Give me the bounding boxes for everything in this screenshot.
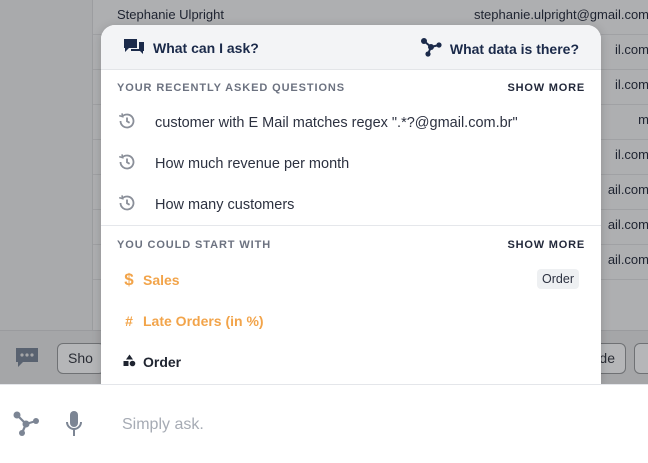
recent-question-item[interactable]: customer with E Mail matches regex ".*?@… xyxy=(117,108,518,138)
table-cell-email: ail.com xyxy=(607,217,648,232)
suggestions-title: YOU COULD START WITH xyxy=(117,239,272,251)
shapes-icon xyxy=(123,354,136,370)
background-button[interactable]: Sho xyxy=(57,343,105,374)
ask-input[interactable] xyxy=(122,412,622,438)
recent-question-item[interactable]: How much revenue per month xyxy=(117,149,349,179)
data-graph-icon[interactable] xyxy=(12,410,40,443)
table-cell-email: ail.com xyxy=(607,252,648,267)
microphone-icon[interactable] xyxy=(64,410,84,443)
recent-question-item[interactable]: How many customers xyxy=(117,190,294,220)
table-cell-email: il.com xyxy=(615,77,648,92)
history-icon xyxy=(117,111,137,135)
table-cell-email: m xyxy=(638,112,648,127)
dollar-icon: $ xyxy=(124,270,134,289)
history-icon xyxy=(117,152,137,176)
history-icon xyxy=(117,193,137,217)
chat-bubbles-icon xyxy=(123,37,145,58)
suggestion-label: Order xyxy=(143,354,182,370)
table-cell-email: il.com xyxy=(615,42,648,57)
data-graph-icon xyxy=(420,37,442,60)
what-can-i-ask-label: What can I ask? xyxy=(153,39,259,56)
suggestion-label: Sales xyxy=(143,272,180,288)
table-cell-name: Stephanie Ulpright xyxy=(117,7,224,22)
what-can-i-ask-button[interactable]: What can I ask? xyxy=(123,37,259,58)
chat-icon xyxy=(14,346,40,368)
popup-header: What can I ask? What data is there? xyxy=(101,25,601,70)
suggestion-order[interactable]: Order xyxy=(123,349,181,375)
recent-question-label: How much revenue per month xyxy=(155,156,350,172)
recent-show-more-link[interactable]: SHOW MORE xyxy=(508,82,585,94)
table-cell-email: il.com xyxy=(615,147,648,162)
suggestions-show-more-link[interactable]: SHOW MORE xyxy=(508,239,585,251)
background-button[interactable] xyxy=(634,343,648,374)
suggestions-popup: What can I ask? What data is there? YOUR… xyxy=(101,25,601,384)
hash-icon: # xyxy=(125,313,133,329)
recent-questions-title: YOUR RECENTLY ASKED QUESTIONS xyxy=(117,82,346,94)
suggestion-late-orders[interactable]: # Late Orders (in %) xyxy=(123,308,264,334)
suggestion-sales[interactable]: $ Sales xyxy=(123,267,180,293)
what-data-button[interactable]: What data is there? xyxy=(420,37,579,60)
table-cell-email: ail.com xyxy=(607,182,648,197)
suggestion-label: Late Orders (in %) xyxy=(143,313,264,329)
recent-question-label: customer with E Mail matches regex ".*?@… xyxy=(155,115,518,131)
section-divider xyxy=(101,225,601,226)
table-cell-email: stephanie.ulpright@gmail.com xyxy=(473,7,648,22)
recent-question-label: How many customers xyxy=(155,197,295,213)
what-data-label: What data is there? xyxy=(449,40,579,57)
suggestion-tag: Order xyxy=(537,269,579,289)
